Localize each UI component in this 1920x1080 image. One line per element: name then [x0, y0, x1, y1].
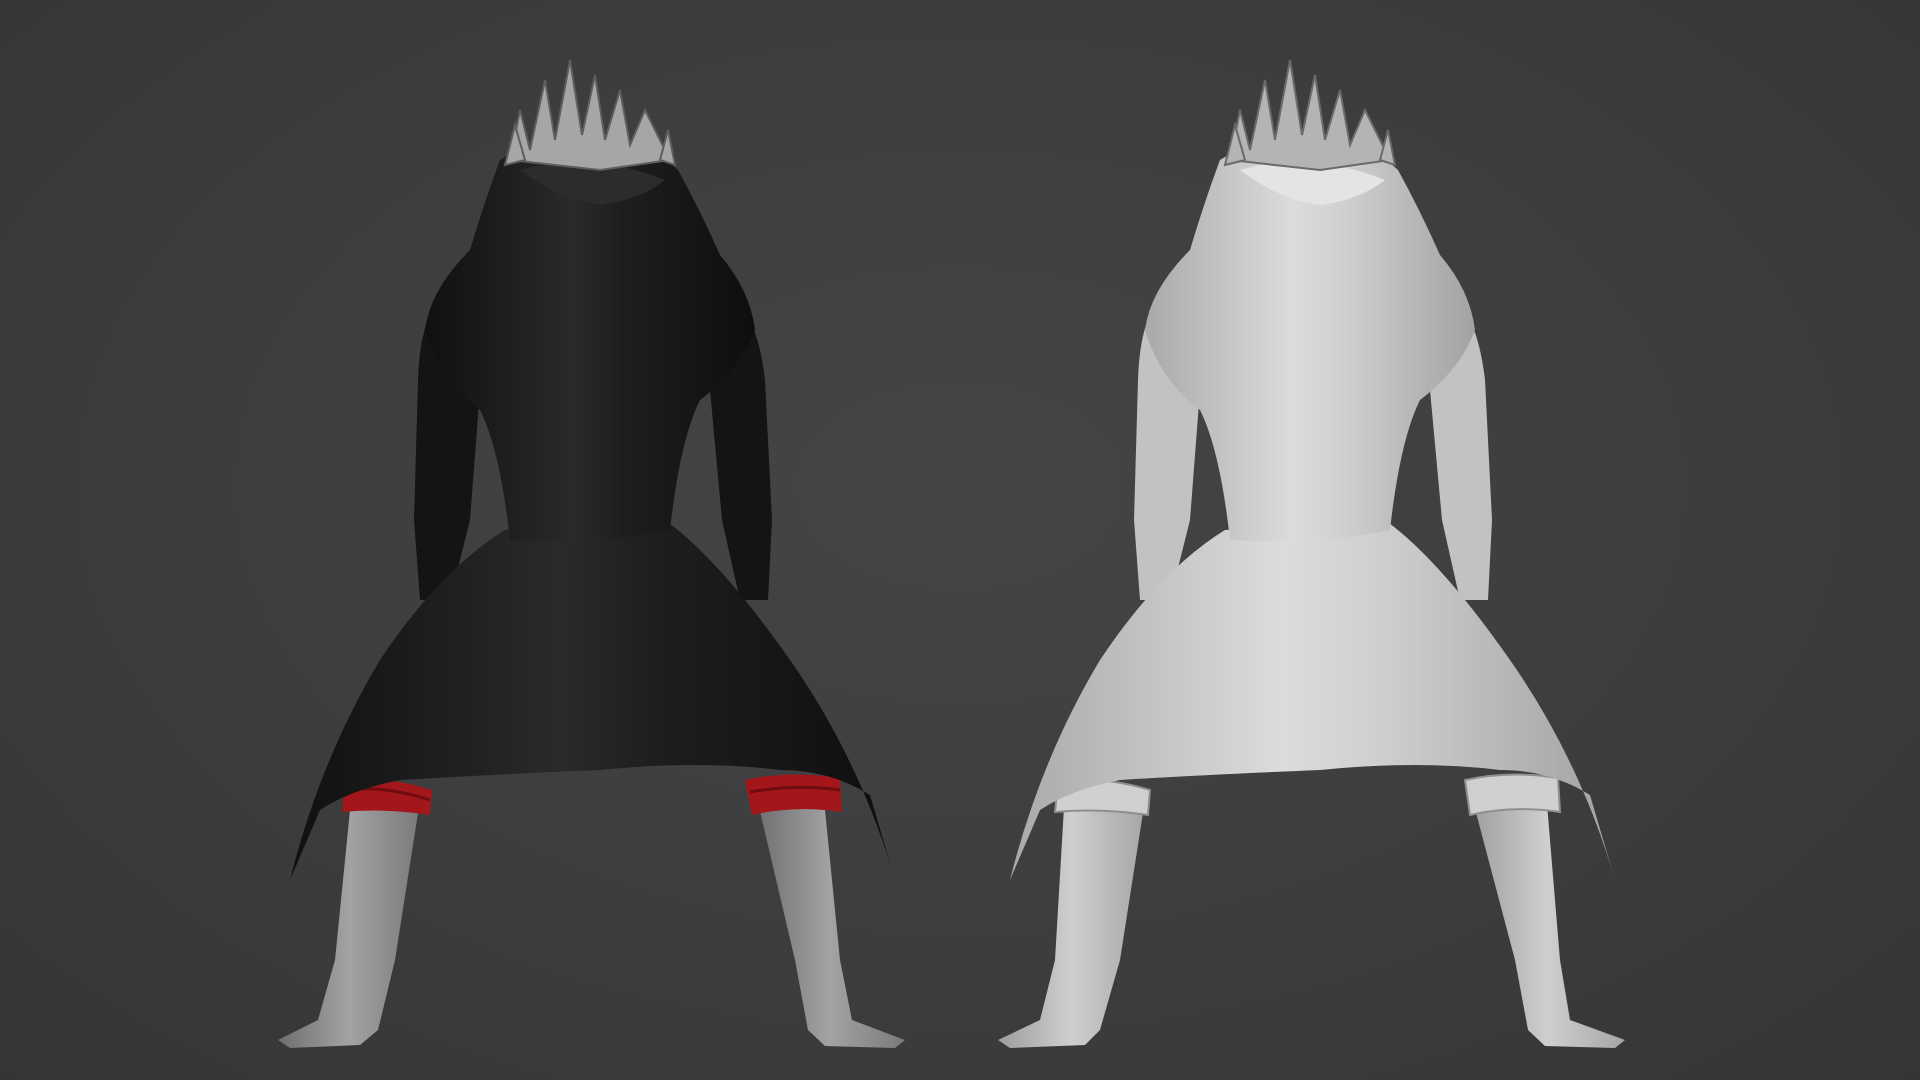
render-canvas	[278, 59, 1625, 1048]
textured-figure-legs	[278, 780, 905, 1048]
clay-figure-hair	[1223, 59, 1397, 172]
textured-figure-cuffs	[342, 774, 842, 815]
3d-viewport[interactable]	[0, 0, 1920, 1080]
clay-figure-legs	[998, 780, 1625, 1048]
clay-figure-cuffs	[1053, 773, 1562, 817]
clay-figure[interactable]	[998, 59, 1625, 1048]
textured-figure-hair	[503, 59, 677, 172]
textured-figure[interactable]	[278, 59, 905, 1048]
